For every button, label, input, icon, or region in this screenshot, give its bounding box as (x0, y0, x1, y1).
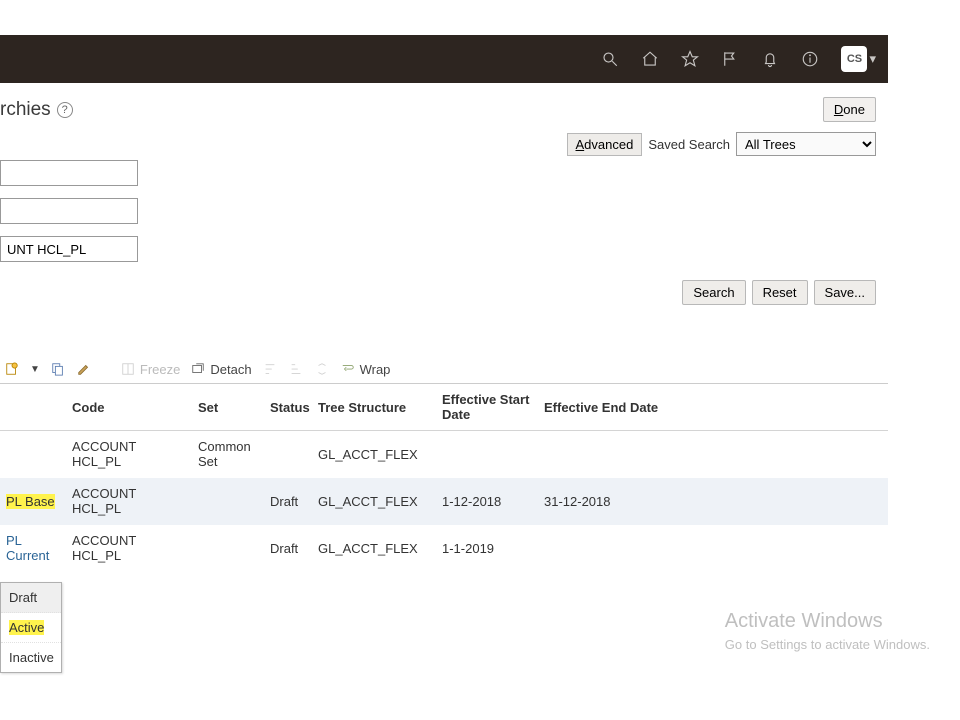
table-row[interactable]: PL CurrentACCOUNT HCL_PL DraftGL_ACCT_FLE… (0, 525, 888, 572)
status-menu-item[interactable]: Inactive (1, 643, 61, 672)
reorder-icon (314, 361, 330, 377)
col-code[interactable]: Code (66, 384, 192, 431)
cell: GL_ACCT_FLEX (312, 525, 436, 572)
col-status[interactable]: Status (264, 384, 312, 431)
app-topbar: CS ▾ (0, 35, 888, 83)
cell: Common Set (192, 431, 264, 478)
table-header-row: Code Set Status Tree Structure Effective… (0, 384, 888, 431)
search-icon[interactable] (601, 50, 619, 68)
new-menu-caret[interactable]: ▼ (30, 364, 40, 375)
cell: Draft (264, 478, 312, 525)
filter-input-1[interactable] (0, 160, 138, 186)
sort-asc-icon (262, 361, 278, 377)
bell-icon[interactable] (761, 50, 779, 68)
cell: Draft (264, 525, 312, 572)
table-row[interactable]: PL BaseACCOUNT HCL_PL DraftGL_ACCT_FLEX1-… (0, 478, 888, 525)
star-icon[interactable] (681, 50, 699, 68)
cell: PL Base (0, 478, 66, 525)
user-menu[interactable]: CS ▾ (841, 46, 876, 72)
white-gap (0, 0, 960, 35)
page-title: rchies (0, 99, 51, 121)
page-header: rchies ? Done (0, 83, 888, 128)
home-icon[interactable] (641, 50, 659, 68)
filter-input-2[interactable] (0, 198, 138, 224)
search-button[interactable]: Search (682, 280, 745, 305)
filter-input-3[interactable] (0, 236, 138, 262)
col-tree[interactable] (0, 384, 66, 431)
cell: 1-1-2019 (436, 525, 538, 572)
status-context-menu[interactable]: DraftActiveInactive (0, 582, 62, 673)
cell: ACCOUNT HCL_PL (66, 525, 192, 572)
col-end[interactable]: Effective End Date (538, 384, 888, 431)
advanced-button[interactable]: Advanced (567, 133, 643, 156)
cell (538, 431, 888, 478)
status-menu-item[interactable]: Active (1, 613, 61, 643)
cell: ACCOUNT HCL_PL (66, 478, 192, 525)
cell (538, 525, 888, 572)
table-toolbar: ▼ Freeze Detach Wrap (0, 355, 888, 384)
freeze-action[interactable]: Freeze (120, 361, 180, 377)
cell: GL_ACCT_FLEX (312, 431, 436, 478)
new-icon[interactable] (4, 361, 20, 377)
cell: 31-12-2018 (538, 478, 888, 525)
cell: 1-12-2018 (436, 478, 538, 525)
filter-fields (0, 160, 140, 262)
cell: GL_ACCT_FLEX (312, 478, 436, 525)
table-row[interactable]: ACCOUNT HCL_PLCommon Set GL_ACCT_FLEX (0, 431, 888, 478)
cell (264, 431, 312, 478)
results-table: Code Set Status Tree Structure Effective… (0, 384, 888, 572)
col-structure[interactable]: Tree Structure (312, 384, 436, 431)
info-icon[interactable] (801, 50, 819, 68)
cell: ACCOUNT HCL_PL (66, 431, 192, 478)
done-button[interactable]: Done (823, 97, 876, 122)
col-start[interactable]: Effective Start Date (436, 384, 538, 431)
duplicate-icon[interactable] (50, 361, 66, 377)
status-menu-item[interactable]: Draft (1, 583, 61, 613)
wrap-action[interactable]: Wrap (340, 361, 391, 377)
sort-desc-icon (288, 361, 304, 377)
search-options-row: Advanced Saved Search All Trees (0, 128, 888, 160)
results-panel: ▼ Freeze Detach Wrap Code Set Status Tre… (0, 355, 888, 572)
saved-search-label: Saved Search (648, 137, 730, 152)
cell (192, 478, 264, 525)
avatar: CS (841, 46, 867, 72)
windows-watermark: Activate Windows Go to Settings to activ… (725, 610, 930, 652)
edit-icon[interactable] (76, 361, 92, 377)
search-action-row: Search Reset Save... (0, 274, 888, 309)
cell (0, 431, 66, 478)
cell: PL Current (0, 525, 66, 572)
cell (436, 431, 538, 478)
col-set[interactable]: Set (192, 384, 264, 431)
detach-action[interactable]: Detach (190, 361, 251, 377)
saved-search-select[interactable]: All Trees (736, 132, 876, 156)
help-icon[interactable]: ? (57, 102, 73, 118)
cell (192, 525, 264, 572)
flag-icon[interactable] (721, 50, 739, 68)
save-search-button[interactable]: Save... (814, 280, 876, 305)
chevron-down-icon: ▾ (869, 51, 876, 67)
reset-button[interactable]: Reset (752, 280, 808, 305)
